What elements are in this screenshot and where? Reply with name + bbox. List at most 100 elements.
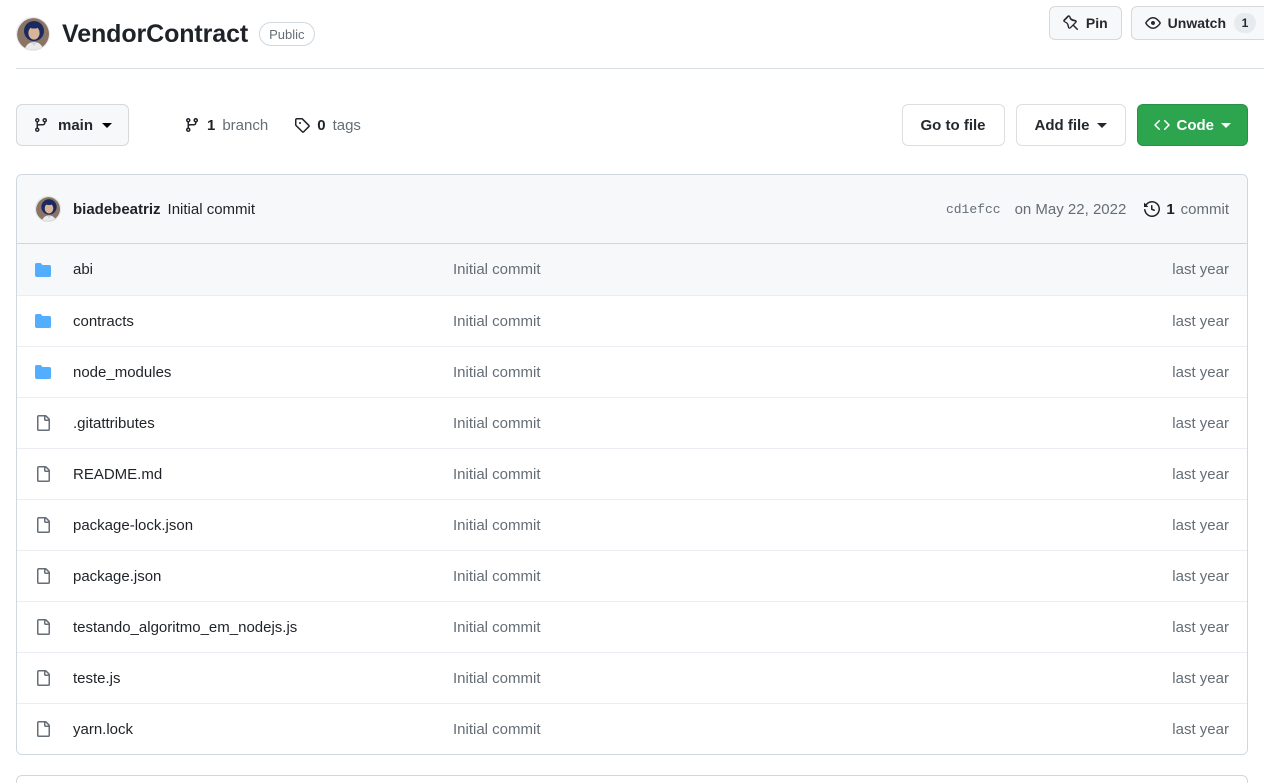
file-commit-age: last year xyxy=(1172,516,1229,534)
file-commit-message[interactable]: Initial commit xyxy=(453,517,1172,534)
latest-commit-bar: biadebeatriz Initial commit cd1efcc on M… xyxy=(17,175,1247,244)
add-file-button[interactable]: Add file xyxy=(1015,104,1126,146)
file-icon xyxy=(35,619,73,635)
watch-count-badge: 1 xyxy=(1234,13,1256,33)
file-commit-age: last year xyxy=(1172,414,1229,432)
file-commit-message[interactable]: Initial commit xyxy=(453,721,1172,738)
branch-name: main xyxy=(58,116,94,134)
chevron-down-icon xyxy=(1221,122,1231,128)
file-commit-message[interactable]: Initial commit xyxy=(453,261,1172,278)
pin-button-label: Pin xyxy=(1085,15,1108,31)
repository-meta-links: 1 branch 0 tags xyxy=(184,104,361,146)
commit-sha[interactable]: cd1efcc xyxy=(946,202,1001,217)
branch-selector[interactable]: main xyxy=(16,104,130,146)
file-commit-age: last year xyxy=(1172,465,1229,483)
chevron-down-icon xyxy=(1096,122,1107,128)
file-commit-message[interactable]: Initial commit xyxy=(453,619,1172,636)
file-row[interactable]: abi Initial commit last year xyxy=(17,244,1247,295)
file-row[interactable]: README.md Initial commit last year xyxy=(17,448,1247,499)
owner-avatar[interactable] xyxy=(16,17,50,51)
toolbar-actions: Go to file Add file Code xyxy=(901,104,1248,146)
file-icon xyxy=(35,670,73,686)
file-commit-age: last year xyxy=(1172,261,1229,278)
code-button[interactable]: Code xyxy=(1136,104,1248,146)
commit-date: on May 22, 2022 xyxy=(1014,200,1127,218)
file-commit-message[interactable]: Initial commit xyxy=(453,466,1172,483)
unwatch-button[interactable]: Unwatch 1 xyxy=(1130,6,1264,40)
tag-icon xyxy=(294,117,310,133)
commit-count-word: commit xyxy=(1180,200,1229,218)
folder-icon xyxy=(35,313,73,329)
file-commit-age: last year xyxy=(1172,312,1229,330)
commit-history-link[interactable]: 1 commit xyxy=(1144,201,1229,218)
file-row[interactable]: package.json Initial commit last year xyxy=(17,550,1247,601)
file-commit-age: last year xyxy=(1172,567,1229,585)
history-icon xyxy=(1144,201,1161,217)
commit-message[interactable]: Initial commit xyxy=(168,201,256,218)
file-name[interactable]: node_modules xyxy=(73,364,453,381)
file-name[interactable]: README.md xyxy=(73,466,453,483)
file-row[interactable]: .gitattributes Initial commit last year xyxy=(17,397,1247,448)
file-commit-age: last year xyxy=(1172,618,1229,636)
folder-icon xyxy=(35,262,73,278)
file-row[interactable]: yarn.lock Initial commit last year xyxy=(17,703,1247,754)
file-row[interactable]: node_modules Initial commit last year xyxy=(17,346,1247,397)
avatar-image xyxy=(36,197,60,221)
file-icon xyxy=(35,415,73,431)
file-icon xyxy=(35,517,73,533)
file-name[interactable]: yarn.lock xyxy=(73,721,453,738)
file-rows: abi Initial commit last year contracts Initi… xyxy=(17,244,1247,754)
branch-icon xyxy=(33,117,49,133)
pin-icon xyxy=(1063,15,1079,31)
code-icon xyxy=(1153,117,1170,133)
add-file-label: Add file xyxy=(1034,116,1090,134)
file-list-container: biadebeatriz Initial commit cd1efcc on M… xyxy=(16,174,1248,755)
file-name[interactable]: package-lock.json xyxy=(73,517,453,534)
commit-author-avatar[interactable] xyxy=(35,196,61,222)
pin-button[interactable]: Pin xyxy=(1048,6,1122,40)
file-commit-age: last year xyxy=(1172,720,1229,738)
file-commit-message[interactable]: Initial commit xyxy=(453,670,1172,687)
code-button-label: Code xyxy=(1176,116,1215,134)
folder-icon xyxy=(35,364,73,380)
branch-count-link[interactable]: 1 branch xyxy=(184,117,268,134)
branch-count: 1 xyxy=(207,116,216,134)
go-to-file-button[interactable]: Go to file xyxy=(901,104,1005,146)
branch-icon xyxy=(184,117,200,133)
commit-author-name[interactable]: biadebeatriz xyxy=(73,201,161,218)
header-actions: Pin Unwatch 1 xyxy=(1048,6,1264,40)
file-icon xyxy=(35,466,73,482)
repository-page: VendorContract Public Pin Unwatch 1 main… xyxy=(0,0,1264,783)
file-commit-message[interactable]: Initial commit xyxy=(453,313,1172,330)
file-name[interactable]: teste.js xyxy=(73,670,453,687)
chevron-down-icon xyxy=(102,122,113,128)
tag-count-link[interactable]: 0 tags xyxy=(294,117,361,134)
tag-count: 0 xyxy=(317,116,326,134)
header-divider xyxy=(16,68,1264,69)
repository-toolbar: main 1 branch 0 tags Go to file Add file… xyxy=(16,104,1248,146)
file-commit-age: last year xyxy=(1172,669,1229,687)
tag-word: tags xyxy=(332,116,361,134)
unwatch-button-label: Unwatch xyxy=(1167,15,1226,31)
visibility-badge: Public xyxy=(259,22,315,46)
file-name[interactable]: .gitattributes xyxy=(73,415,453,432)
file-commit-message[interactable]: Initial commit xyxy=(453,364,1172,381)
branch-word: branch xyxy=(222,116,269,134)
file-name[interactable]: package.json xyxy=(73,568,453,585)
file-commit-message[interactable]: Initial commit xyxy=(453,415,1172,432)
file-commit-age: last year xyxy=(1172,363,1229,381)
file-row[interactable]: teste.js Initial commit last year xyxy=(17,652,1247,703)
file-name[interactable]: testando_algoritmo_em_nodejs.js xyxy=(73,619,453,636)
file-row[interactable]: contracts Initial commit last year xyxy=(17,295,1247,346)
repository-header: VendorContract Public Pin Unwatch 1 xyxy=(16,0,1264,68)
file-row[interactable]: testando_algoritmo_em_nodejs.js Initial c… xyxy=(17,601,1247,652)
repository-name[interactable]: VendorContract xyxy=(62,20,248,49)
file-commit-message[interactable]: Initial commit xyxy=(453,568,1172,585)
file-icon xyxy=(35,568,73,584)
file-name[interactable]: abi xyxy=(73,261,453,278)
eye-icon xyxy=(1144,15,1161,31)
commit-count: 1 xyxy=(1166,200,1175,218)
file-row[interactable]: package-lock.json Initial commit last year xyxy=(17,499,1247,550)
file-icon xyxy=(35,721,73,737)
file-name[interactable]: contracts xyxy=(73,313,453,330)
